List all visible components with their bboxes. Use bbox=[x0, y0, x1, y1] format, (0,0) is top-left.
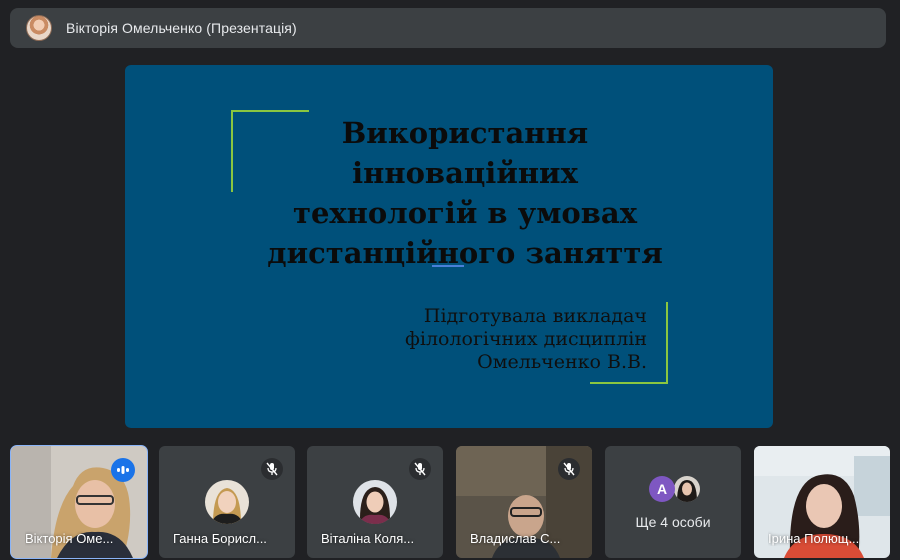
participant-name: Ірина Полющ... bbox=[768, 531, 860, 546]
participant-avatar bbox=[353, 480, 397, 524]
slide-subtitle-line: Підготувала викладач bbox=[423, 305, 647, 327]
more-avatar-letter: A bbox=[649, 476, 675, 502]
participant-name: Віталіна Коля... bbox=[321, 531, 415, 546]
presenter-bar[interactable]: Вікторія Омельченко (Презентація) bbox=[10, 8, 886, 48]
more-avatar-photo bbox=[674, 476, 700, 502]
speaking-indicator-icon bbox=[111, 458, 135, 482]
presentation-slide: Використання інноваційних технологій в у… bbox=[125, 65, 773, 428]
participant-strip: Вікторія Оме... Ганна Борисл... Віталіна… bbox=[0, 445, 900, 560]
more-participants-label: Ще 4 особи bbox=[635, 514, 711, 530]
slide-title: Використання інноваційних технологій в у… bbox=[235, 113, 695, 273]
slide-title-line: дистанційного заняття bbox=[267, 236, 663, 270]
participant-tile[interactable]: Вікторія Оме... bbox=[10, 445, 148, 559]
slide-subtitle-line: Омельченко В.В. bbox=[477, 351, 647, 373]
participant-tile[interactable]: Ганна Борисл... bbox=[159, 446, 295, 558]
participant-tile[interactable]: Віталіна Коля... bbox=[307, 446, 443, 558]
presenter-label: Вікторія Омельченко (Презентація) bbox=[66, 20, 297, 36]
mic-off-icon bbox=[261, 458, 283, 480]
slide-subtitle: Підготувала викладач філологічних дисцип… bbox=[305, 305, 647, 374]
participant-name: Ганна Борисл... bbox=[173, 531, 267, 546]
mic-off-icon bbox=[409, 458, 431, 480]
participant-tile[interactable]: Владислав С... bbox=[456, 446, 592, 558]
participant-avatar bbox=[205, 480, 249, 524]
participant-tile[interactable]: Ірина Полющ... bbox=[754, 446, 890, 558]
more-participants-tile[interactable]: A Ще 4 особи bbox=[605, 446, 741, 558]
text-cursor-underline bbox=[432, 265, 464, 267]
slide-subtitle-line: філологічних дисциплін bbox=[405, 328, 647, 350]
participant-name: Вікторія Оме... bbox=[25, 531, 114, 546]
participant-name: Владислав С... bbox=[470, 531, 561, 546]
slide-title-line: Використання bbox=[341, 116, 589, 150]
slide-title-line: інноваційних bbox=[352, 156, 578, 190]
mic-off-icon bbox=[558, 458, 580, 480]
slide-title-line: технологій в умовах bbox=[292, 196, 638, 230]
presenter-avatar bbox=[26, 15, 52, 41]
